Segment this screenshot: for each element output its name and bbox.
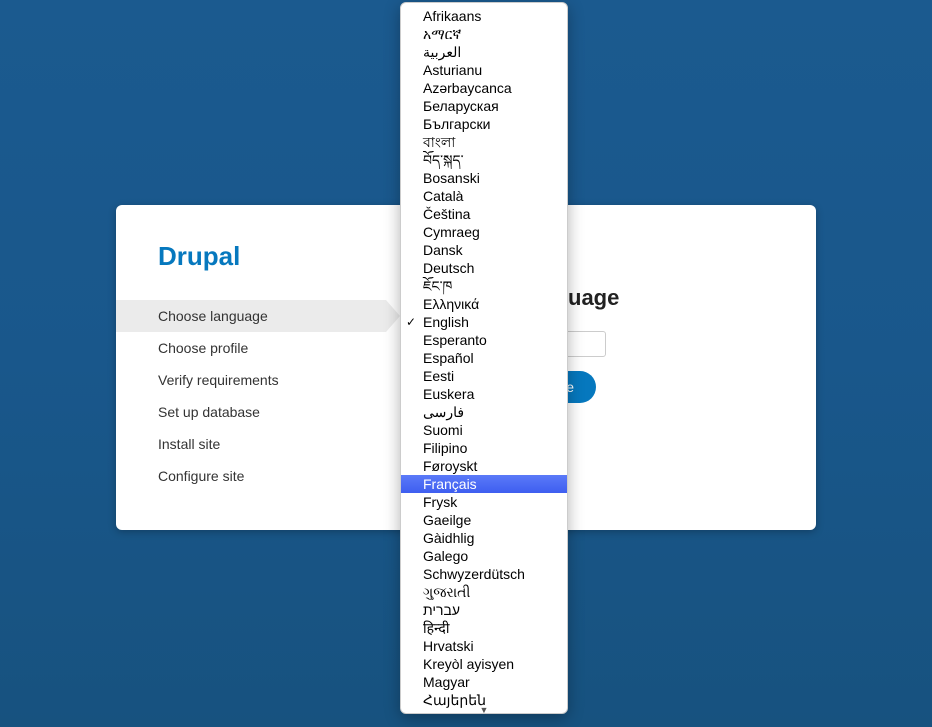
language-option[interactable]: বাংলা (401, 133, 567, 151)
language-dropdown[interactable]: AfrikaansአማርኛالعربيةAsturianuAzərbaycanc… (400, 2, 568, 714)
language-option[interactable]: Ελληνικά (401, 295, 567, 313)
step-4: Install site (116, 428, 386, 460)
language-option[interactable]: Български (401, 115, 567, 133)
language-option[interactable]: བོད་སྐད་ (401, 151, 567, 169)
step-5: Configure site (116, 460, 386, 492)
language-option[interactable]: Frysk (401, 493, 567, 511)
language-option[interactable]: हिन्दी (401, 619, 567, 637)
language-option[interactable]: Hrvatski (401, 637, 567, 655)
language-option[interactable]: Afrikaans (401, 7, 567, 25)
language-option[interactable]: Bosanski (401, 169, 567, 187)
language-option[interactable]: Français (401, 475, 567, 493)
language-option[interactable]: Dansk (401, 241, 567, 259)
language-option[interactable]: Schwyzerdütsch (401, 565, 567, 583)
step-3: Set up database (116, 396, 386, 428)
language-option[interactable]: Català (401, 187, 567, 205)
language-option[interactable]: Gàidhlig (401, 529, 567, 547)
language-option[interactable]: עברית (401, 601, 567, 619)
language-option[interactable]: Føroyskt (401, 457, 567, 475)
step-2: Verify requirements (116, 364, 386, 396)
language-option[interactable]: ཇོང་ཁ (401, 277, 567, 295)
language-option[interactable]: Galego (401, 547, 567, 565)
language-option[interactable]: فارسی (401, 403, 567, 421)
language-option[interactable]: Filipino (401, 439, 567, 457)
language-option[interactable]: Հայերեն (401, 691, 567, 709)
language-option[interactable]: Magyar (401, 673, 567, 691)
sidebar: Drupal Choose languageChoose profileVeri… (116, 205, 386, 530)
language-option[interactable]: Esperanto (401, 331, 567, 349)
language-option[interactable]: Cymraeg (401, 223, 567, 241)
language-option[interactable]: العربية (401, 43, 567, 61)
step-1: Choose profile (116, 332, 386, 364)
language-option[interactable]: Gaeilge (401, 511, 567, 529)
language-option[interactable]: Asturianu (401, 61, 567, 79)
language-option[interactable]: Azərbaycanca (401, 79, 567, 97)
language-option[interactable]: Čeština (401, 205, 567, 223)
step-0: Choose language (116, 300, 386, 332)
brand-title: Drupal (116, 241, 386, 272)
language-option[interactable]: ગુજરાતી (401, 583, 567, 601)
language-option[interactable]: Беларуская (401, 97, 567, 115)
language-option[interactable]: Kreyòl ayisyen (401, 655, 567, 673)
language-option[interactable]: Suomi (401, 421, 567, 439)
language-option[interactable]: Euskera (401, 385, 567, 403)
language-option[interactable]: English (401, 313, 567, 331)
language-option[interactable]: አማርኛ (401, 25, 567, 43)
language-option[interactable]: Español (401, 349, 567, 367)
language-option[interactable]: Eesti (401, 367, 567, 385)
steps-list: Choose languageChoose profileVerify requ… (116, 300, 386, 492)
language-option[interactable]: Deutsch (401, 259, 567, 277)
